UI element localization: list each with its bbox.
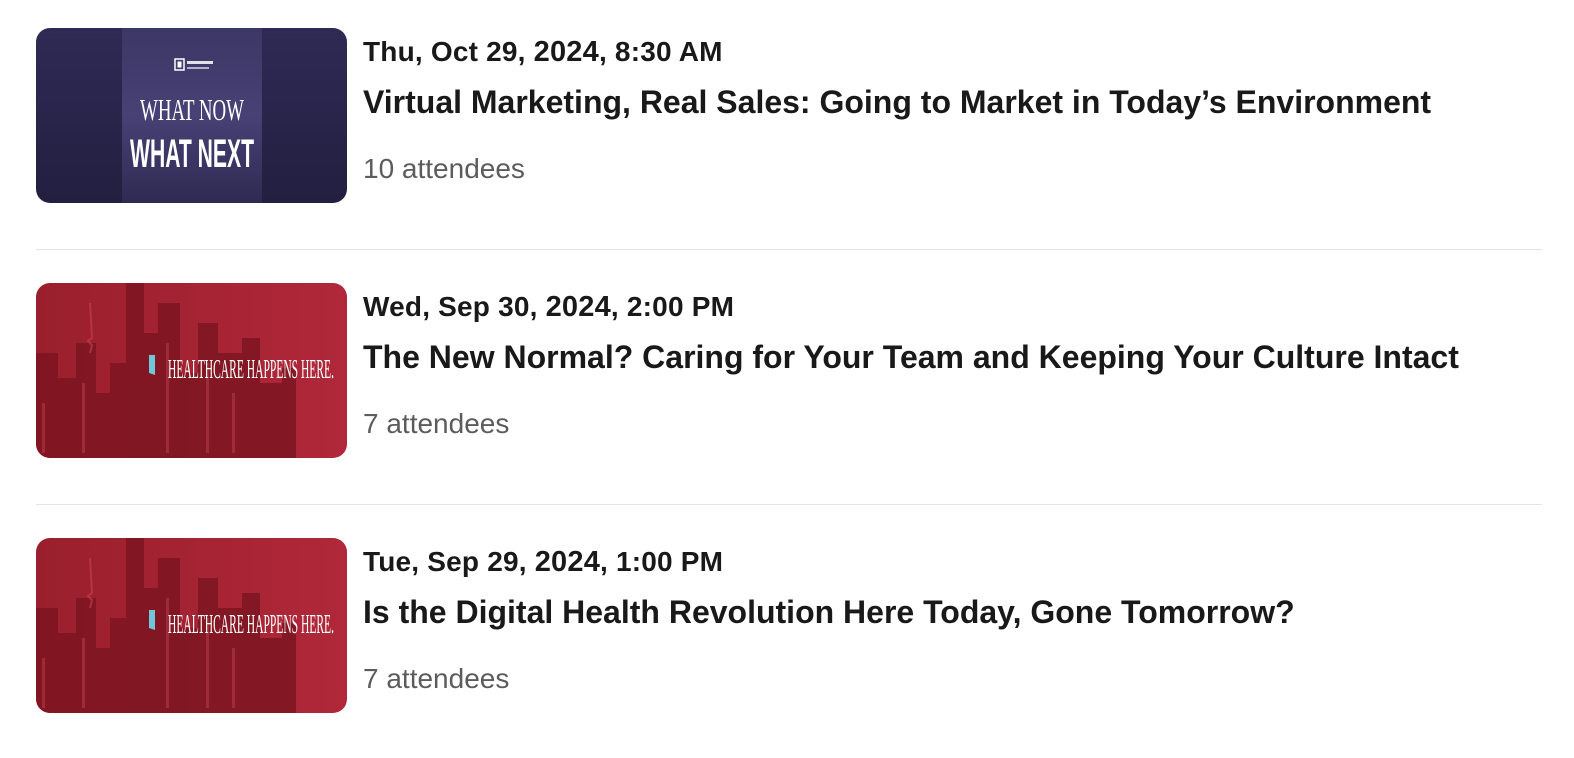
date-prefix: Tue, Sep 29,	[363, 546, 535, 577]
event-attendees: 10 attendees	[363, 153, 525, 184]
date-year: 2024	[533, 36, 599, 68]
thumbnail-line1: WHAT NOW	[140, 92, 244, 127]
minnesota-shape-icon	[149, 355, 155, 375]
event-thumbnail[interactable]: WHAT NOW WHAT NEXT	[36, 28, 347, 203]
event-title[interactable]: The New Normal? Caring for Your Team and…	[363, 337, 1459, 377]
thumbnail-text: HEALTHCARE HAPPENS HERE.	[168, 609, 334, 639]
event-list: WHAT NOW WHAT NEXT Thu, Oct 29, 2024, 8:…	[36, 28, 1542, 713]
date-time: , 2:00 PM	[610, 291, 735, 322]
event-info: Thu, Oct 29, 2024, 8:30 AM Virtual Marke…	[363, 28, 1431, 186]
date-year: 2024	[534, 546, 601, 578]
event-item[interactable]: HEALTHCARE HAPPENS HERE. Wed, Sep 30, 20…	[36, 283, 1542, 458]
event-date: Wed, Sep 30, 2024, 2:00 PM	[363, 290, 1459, 324]
divider	[36, 249, 1542, 250]
event-date: Tue, Sep 29, 2024, 1:00 PM	[363, 545, 1295, 579]
event-info: Tue, Sep 29, 2024, 1:00 PM Is the Digita…	[363, 538, 1295, 696]
divider	[36, 504, 1542, 505]
event-thumbnail[interactable]: HEALTHCARE HAPPENS HERE.	[36, 538, 347, 713]
healthcare-happens-here-image: HEALTHCARE HAPPENS HERE.	[36, 283, 347, 458]
event-item[interactable]: HEALTHCARE HAPPENS HERE. Tue, Sep 29, 20…	[36, 538, 1542, 713]
date-prefix: Thu, Oct 29,	[363, 36, 534, 67]
date-time: , 8:30 AM	[598, 36, 723, 67]
what-now-what-next-image: WHAT NOW WHAT NEXT	[36, 28, 347, 203]
event-attendees: 7 attendees	[363, 663, 510, 694]
event-title[interactable]: Is the Digital Health Revolution Here To…	[363, 592, 1295, 632]
date-time: , 1:00 PM	[600, 546, 724, 577]
thumbnail-text: HEALTHCARE HAPPENS HERE.	[168, 354, 334, 384]
date-year: 2024	[545, 291, 611, 323]
event-date: Thu, Oct 29, 2024, 8:30 AM	[363, 35, 1431, 69]
event-title[interactable]: Virtual Marketing, Real Sales: Going to …	[363, 82, 1431, 122]
event-attendees: 7 attendees	[363, 408, 510, 439]
event-thumbnail[interactable]: HEALTHCARE HAPPENS HERE.	[36, 283, 347, 458]
event-info: Wed, Sep 30, 2024, 2:00 PM The New Norma…	[363, 283, 1459, 441]
healthcare-happens-here-image: HEALTHCARE HAPPENS HERE.	[36, 538, 347, 713]
thumbnail-line2: WHAT NEXT	[130, 132, 254, 176]
date-prefix: Wed, Sep 30,	[363, 291, 546, 322]
event-item[interactable]: WHAT NOW WHAT NEXT Thu, Oct 29, 2024, 8:…	[36, 28, 1542, 203]
minnesota-shape-icon	[149, 610, 155, 630]
